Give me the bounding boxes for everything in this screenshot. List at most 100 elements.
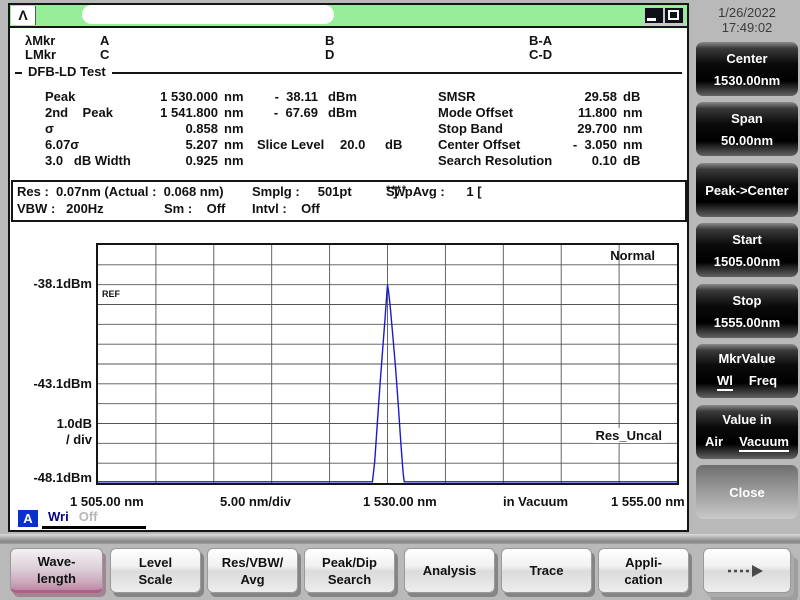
y-axis-bottom-label: -48.1dBm [33, 470, 92, 485]
minimize-button[interactable] [645, 8, 663, 23]
x-axis-start-label: 1 505.00 nm [70, 494, 144, 509]
six-sigma-unit: nm [224, 137, 244, 152]
stop-band-unit: nm [623, 121, 643, 136]
sigma-label: σ [45, 121, 54, 136]
peak-wavelength: 1 530.000 [160, 89, 218, 104]
window-title-blank [82, 5, 334, 24]
x-axis-stop-label: 1 555.00 nm [611, 494, 685, 509]
y-axis-scale-div-label: / div [65, 432, 92, 447]
time-label: 17:49:02 [721, 20, 773, 35]
menu-more-button[interactable] [703, 548, 791, 593]
center-offset-value: - 3.050 [572, 137, 617, 152]
date-label: 1/26/2022 [718, 5, 776, 20]
second-peak-level: - 67.69 [273, 105, 318, 120]
ref-level-label: REF [101, 289, 121, 299]
menu-trace-label: Trace [529, 563, 564, 578]
second-peak-wavelength-unit: nm [224, 105, 244, 120]
maximize-button[interactable] [665, 8, 683, 23]
trace-memory-badge: A [18, 510, 38, 527]
y-axis-ref-label: -38.1dBm [33, 276, 92, 291]
measurement-row: 3.0 dB Width 0.925 nm Search Resolution … [10, 153, 690, 169]
menu-analysis-button[interactable]: Analysis [404, 548, 495, 593]
spectrum-svg [98, 245, 677, 483]
maximize-icon [668, 10, 679, 20]
center-button-label: Center [726, 50, 768, 66]
x-axis-medium-label: in Vacuum [503, 494, 569, 509]
span-button-label: Span [731, 110, 763, 126]
menu-level-scale-line1: Level [138, 554, 173, 570]
menu-res-vbw-avg-line2: Avg [240, 571, 265, 587]
center-button[interactable]: Center 1530.00nm [696, 42, 798, 96]
center-button-value: 1530.00nm [713, 72, 781, 88]
start-button[interactable]: Start 1505.00nm [696, 223, 798, 277]
menu-peak-dip-search-line1: Peak/Dip [322, 554, 377, 570]
start-button-label: Start [732, 231, 762, 247]
resolution-setting: Res : 0.07nm (Actual : 0.068 nm) [17, 184, 224, 199]
peak-level: - 38.11 [274, 89, 318, 104]
mode-offset-unit: nm [623, 105, 643, 120]
y-axis-mid-label: -43.1dBm [33, 376, 92, 391]
menu-application-line1: Appli- [625, 554, 662, 570]
peak-level-unit: dBm [328, 89, 357, 104]
y-axis-scale-label: 1.0dB [56, 416, 92, 431]
peak-to-center-label: Peak->Center [705, 182, 789, 198]
close-button-label: Close [729, 484, 765, 500]
marker-value-wl-option[interactable]: Wl [716, 373, 733, 391]
main-panel: Λ λMkr A B B-A LMkr C D C-D DFB-LD Test … [8, 3, 689, 532]
sweep-average-close: ] [386, 184, 398, 199]
menu-peak-dip-search-button[interactable]: Peak/Dip Search [304, 548, 395, 593]
six-sigma-label: 6.07σ [45, 137, 80, 152]
measurement-row: 2nd Peak 1 541.800 nm - 67.69 dBm Mode O… [10, 105, 690, 121]
smoothing-setting: Sm : Off [164, 201, 226, 216]
smsr-unit: dB [623, 89, 641, 104]
value-in-air-option[interactable]: Air [705, 434, 723, 452]
minimize-icon [647, 18, 656, 21]
app-logo-icon: Λ [11, 6, 36, 25]
menu-peak-dip-search-line2: Search [327, 571, 372, 587]
trace-write-label: Wri [48, 509, 69, 524]
menu-wavelength-line1: Wave- [37, 553, 76, 569]
marker-value-freq-option[interactable]: Freq [749, 373, 777, 391]
stop-button[interactable]: Stop 1555.00nm [696, 284, 798, 338]
x-axis-div-label: 5.00 nm/div [220, 494, 291, 509]
second-peak-level-unit: dBm [328, 105, 357, 120]
marker-cd-label: C-D [529, 47, 553, 62]
measurement-row: Peak 1 530.000 nm - 38.11 dBm SMSR 29.58… [10, 89, 690, 105]
osa-screen: Λ λMkr A B B-A LMkr C D C-D DFB-LD Test … [0, 0, 800, 600]
sweep-settings-box: Res : 0.07nm (Actual : 0.068 nm) Smplg :… [11, 180, 687, 222]
res-uncal-label: Res_Uncal [592, 428, 665, 443]
value-in-button[interactable]: Value in Air Vacuum [696, 405, 798, 459]
value-in-vacuum-option[interactable]: Vacuum [739, 434, 789, 452]
marker-c-label: C [100, 47, 110, 62]
close-button[interactable]: Close [696, 465, 798, 519]
peak-to-center-button[interactable]: Peak->Center [696, 163, 798, 217]
trace-write-status: Wri Off [42, 509, 146, 529]
lambda-marker-label: λMkr [25, 33, 56, 48]
toolbar-divider [0, 534, 800, 544]
sigma-value: 0.858 [185, 121, 218, 136]
menu-level-scale-button[interactable]: Level Scale [110, 548, 201, 593]
width-3db-value: 0.925 [185, 153, 218, 168]
menu-wavelength-button[interactable]: Wave- length [10, 548, 103, 593]
menu-application-button[interactable]: Appli- cation [598, 548, 689, 593]
search-resolution-value: 0.10 [591, 153, 617, 168]
x-axis-center-label: 1 530.00 nm [363, 494, 437, 509]
analysis-section-title: DFB-LD Test [22, 64, 112, 79]
slice-level-unit: dB [385, 137, 403, 152]
spectrum-plot: REF Normal Res_Uncal [96, 243, 679, 485]
marker-value-button[interactable]: MkrValue Wl Freq [696, 344, 798, 398]
value-in-label: Value in [722, 412, 772, 427]
span-button-value: 50.00nm [720, 132, 774, 148]
menu-trace-button[interactable]: Trace [501, 548, 592, 593]
datetime-display: 1/26/2022 17:49:02 [698, 5, 796, 35]
span-button[interactable]: Span 50.00nm [696, 102, 798, 156]
menu-res-vbw-avg-line1: Res/VBW/ [221, 554, 284, 570]
window-controls [644, 7, 684, 25]
slice-level-label: Slice Level [257, 137, 325, 152]
search-resolution-unit: dB [623, 153, 641, 168]
menu-level-scale-line2: Scale [138, 571, 173, 587]
smsr-label: SMSR [438, 89, 476, 104]
menu-res-vbw-avg-button[interactable]: Res/VBW/ Avg [207, 548, 298, 593]
stop-button-label: Stop [732, 292, 762, 308]
sampling-setting: Smplg : 501pt [252, 184, 352, 199]
